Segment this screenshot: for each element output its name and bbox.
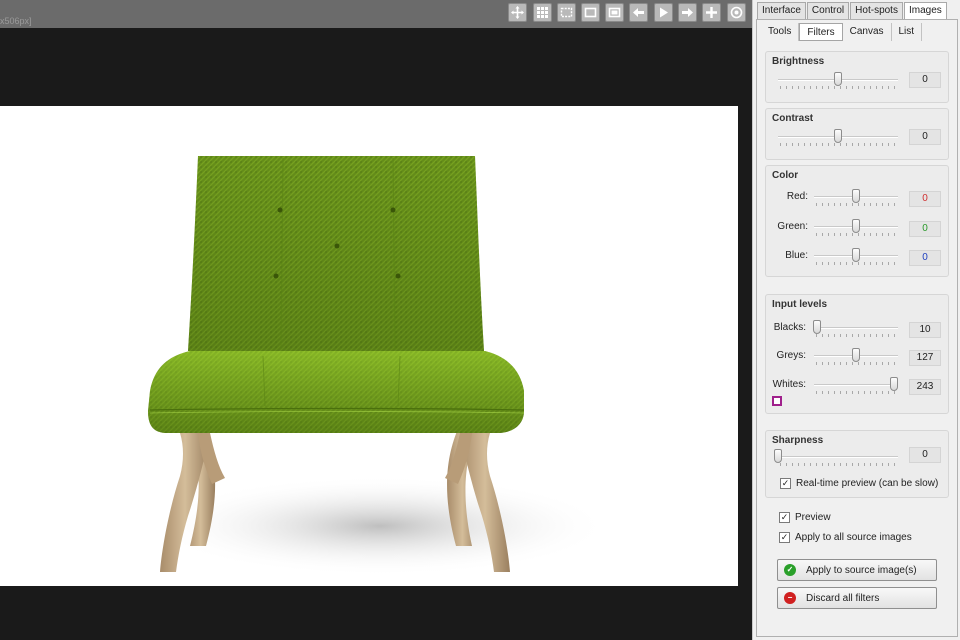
frame-icon[interactable] bbox=[581, 3, 600, 22]
tab-interface[interactable]: Interface bbox=[757, 2, 806, 19]
image-size-label: x506px] bbox=[0, 16, 32, 26]
whites-slider[interactable] bbox=[814, 377, 898, 394]
sharpness-value[interactable]: 0 bbox=[909, 447, 941, 463]
play-icon[interactable] bbox=[654, 3, 673, 22]
blue-slider-thumb[interactable] bbox=[852, 248, 860, 262]
selection-icon[interactable] bbox=[557, 3, 576, 22]
whites-value[interactable]: 243 bbox=[909, 379, 941, 395]
subtab-tools[interactable]: Tools bbox=[761, 23, 800, 41]
brightness-slider-thumb[interactable] bbox=[834, 72, 842, 86]
greys-label: Greys: bbox=[776, 350, 806, 361]
viewer-canvas[interactable] bbox=[0, 28, 752, 640]
blue-value[interactable]: 0 bbox=[909, 250, 941, 266]
realtime-preview-checkbox[interactable]: ✓ bbox=[780, 478, 791, 489]
green-slider[interactable] bbox=[814, 219, 898, 236]
move-icon[interactable] bbox=[508, 3, 527, 22]
tab-control[interactable]: Control bbox=[806, 2, 850, 19]
arrow-left-icon[interactable] bbox=[629, 3, 648, 22]
check-icon: ✓ bbox=[784, 564, 796, 576]
red-value[interactable]: 0 bbox=[909, 191, 941, 207]
contrast-title: Contrast bbox=[772, 113, 814, 124]
input-levels-group: Input levels Blacks: 10 Greys: 127 White… bbox=[765, 294, 949, 414]
minus-icon: − bbox=[784, 592, 796, 604]
sharpness-slider[interactable] bbox=[774, 449, 898, 466]
apply-button[interactable]: ✓ Apply to source image(s) bbox=[777, 559, 937, 581]
contrast-value[interactable]: 0 bbox=[909, 129, 941, 145]
preview-label: Preview bbox=[795, 512, 831, 523]
brightness-group: Brightness 0 bbox=[765, 51, 949, 103]
sharpness-slider-thumb[interactable] bbox=[774, 449, 782, 463]
contrast-group: Contrast 0 bbox=[765, 108, 949, 160]
green-slider-thumb[interactable] bbox=[852, 219, 860, 233]
subtab-filters[interactable]: Filters bbox=[799, 23, 843, 41]
greys-slider[interactable] bbox=[814, 348, 898, 365]
fit-icon[interactable] bbox=[605, 3, 624, 22]
apply-button-label: Apply to source image(s) bbox=[806, 564, 917, 576]
realtime-preview-label: Real-time preview (can be slow) bbox=[796, 478, 939, 489]
input-levels-title: Input levels bbox=[772, 299, 828, 310]
contrast-slider-thumb[interactable] bbox=[834, 129, 842, 143]
sharpness-title: Sharpness bbox=[772, 435, 824, 446]
red-label: Red: bbox=[786, 191, 808, 202]
blacks-slider[interactable] bbox=[813, 320, 898, 337]
greys-slider-thumb[interactable] bbox=[852, 348, 860, 362]
tab-images[interactable]: Images bbox=[903, 2, 947, 20]
preview-checkbox[interactable]: ✓ bbox=[779, 512, 790, 523]
image-preview[interactable] bbox=[0, 106, 738, 586]
apply-all-label: Apply to all source images bbox=[795, 532, 912, 543]
apply-all-checkbox[interactable]: ✓ bbox=[779, 532, 790, 543]
color-swatch-icon[interactable] bbox=[772, 396, 782, 406]
target-icon[interactable] bbox=[727, 3, 746, 22]
contrast-slider[interactable] bbox=[778, 129, 898, 146]
grid-icon[interactable] bbox=[533, 3, 552, 22]
whites-slider-thumb[interactable] bbox=[889, 377, 898, 391]
blacks-value[interactable]: 10 bbox=[909, 322, 941, 338]
brightness-title: Brightness bbox=[772, 56, 825, 67]
properties-panel: Interface Control Hot-spots Images Tools… bbox=[752, 0, 960, 640]
greys-value[interactable]: 127 bbox=[909, 350, 941, 366]
subtab-canvas[interactable]: Canvas bbox=[843, 23, 892, 41]
blacks-label: Blacks: bbox=[773, 322, 806, 333]
brightness-slider[interactable] bbox=[778, 72, 898, 89]
top-toolbar: x506px] bbox=[0, 0, 752, 28]
color-title: Color bbox=[772, 170, 799, 181]
blue-slider[interactable] bbox=[814, 248, 898, 265]
sharpness-group: Sharpness 0 ✓ Real-time preview (can be … bbox=[765, 430, 949, 498]
red-slider[interactable] bbox=[814, 189, 898, 206]
canvas-scrollbar[interactable] bbox=[740, 28, 752, 640]
subtab-list[interactable]: List bbox=[892, 23, 923, 41]
tab-hot-spots[interactable]: Hot-spots bbox=[850, 2, 903, 19]
plus-icon[interactable] bbox=[702, 3, 721, 22]
color-group: Color Red: 0 Green: 0 Blue: 0 bbox=[765, 165, 949, 277]
blacks-slider-thumb[interactable] bbox=[813, 320, 822, 334]
discard-button-label: Discard all filters bbox=[806, 592, 880, 604]
images-tab-body: Tools Filters Canvas List Brightness 0 C… bbox=[756, 19, 958, 637]
main-tabs: Interface Control Hot-spots Images bbox=[757, 2, 948, 20]
blue-label: Blue: bbox=[785, 250, 808, 261]
arrow-right-icon[interactable] bbox=[678, 3, 697, 22]
whites-label: Whites: bbox=[772, 379, 806, 390]
red-slider-thumb[interactable] bbox=[852, 189, 860, 203]
brightness-value[interactable]: 0 bbox=[909, 72, 941, 88]
discard-button[interactable]: − Discard all filters bbox=[777, 587, 937, 609]
green-label: Green: bbox=[777, 221, 808, 232]
green-value[interactable]: 0 bbox=[909, 221, 941, 237]
green-chair-image bbox=[148, 156, 610, 576]
sub-tabs: Tools Filters Canvas List bbox=[761, 23, 923, 41]
